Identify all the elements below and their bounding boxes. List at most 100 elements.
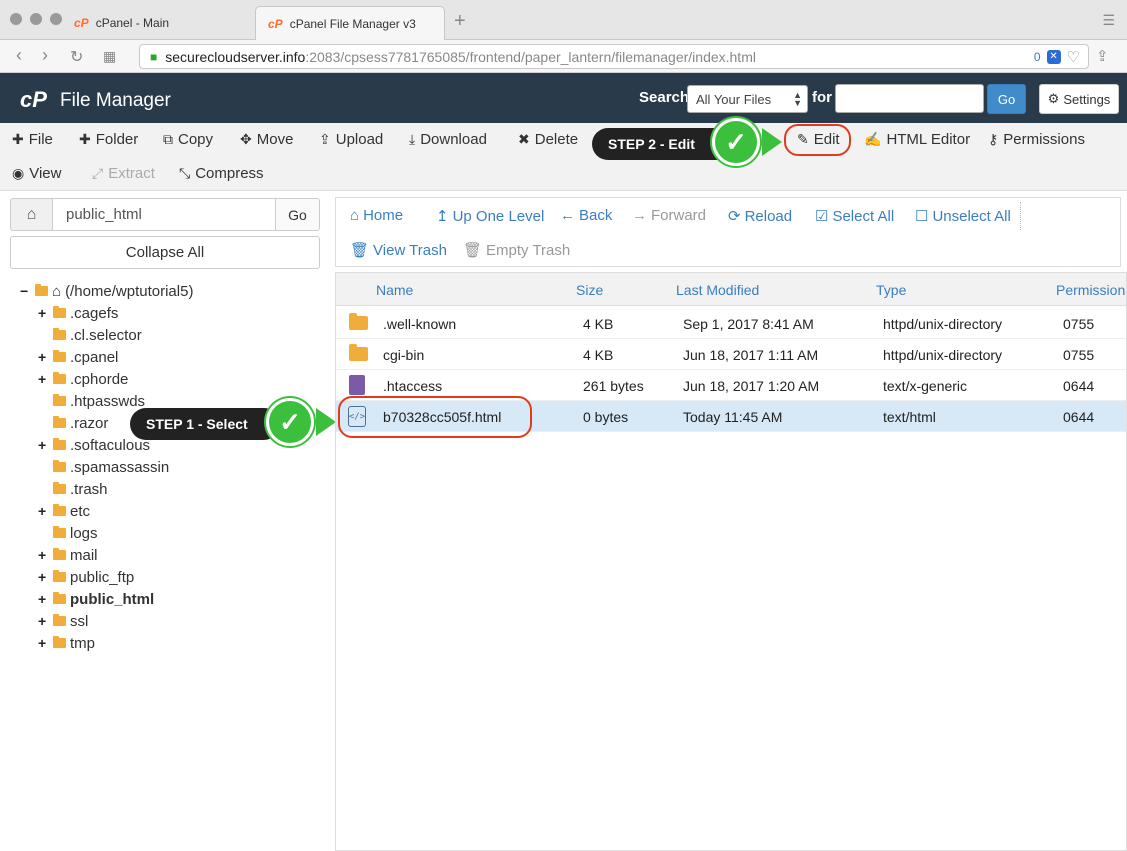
expand-toggle-icon[interactable]: + (38, 635, 50, 651)
extract-button[interactable]: ⤢ Extract (92, 165, 155, 182)
compress-button[interactable]: ⤡ Compress (179, 165, 264, 182)
folder-icon (53, 416, 66, 428)
tree-item[interactable]: .razor (38, 412, 108, 434)
move-button[interactable]: ✥ Move (240, 131, 293, 148)
path-input[interactable] (52, 198, 276, 231)
trash-icon: 🗑 (350, 242, 370, 259)
home-icon[interactable]: ⌂ (10, 198, 53, 231)
expand-toggle-icon[interactable]: + (38, 613, 50, 629)
expand-toggle-icon[interactable]: + (38, 349, 50, 365)
trash-icon: 🗑 (463, 242, 483, 259)
search-scope-select[interactable]: All Your Files ▲ ▼ (687, 85, 808, 113)
delete-button[interactable]: ✖ Delete (518, 131, 578, 148)
upload-button[interactable]: ⇪ Upload (319, 131, 383, 148)
checkbox-checked-icon: ☑ (815, 208, 829, 225)
column-name[interactable]: Name (376, 282, 413, 298)
divider (1020, 202, 1021, 230)
unselect-all-button[interactable]: ☐ Unselect All (915, 207, 1011, 226)
folder-icon (53, 350, 66, 362)
level-up-icon: ↥ (436, 208, 449, 225)
compress-label: Compress (195, 165, 264, 182)
tree-item[interactable]: .htpasswds (38, 390, 145, 412)
tree-item[interactable]: + .cphorde (38, 368, 128, 390)
new-folder-button[interactable]: ✚ Folder (79, 131, 138, 148)
expand-toggle-icon[interactable]: + (38, 547, 50, 563)
html-editor-button[interactable]: ✍ HTML Editor (864, 131, 970, 148)
zoom-window-button[interactable] (50, 13, 62, 25)
tree-item[interactable]: .cl.selector (38, 324, 142, 346)
copy-button[interactable]: ⧉ Copy (163, 131, 213, 148)
tree-item[interactable]: + public_html (38, 588, 154, 610)
tab-overflow-icon[interactable]: ☰ (1102, 12, 1115, 29)
home-button[interactable]: ⌂ Home (350, 207, 403, 224)
tree-item[interactable]: + ssl (38, 610, 88, 632)
back-label: Back (579, 207, 613, 224)
search-scope-value: All Your Files (696, 91, 772, 107)
file-size: 4 KB (583, 316, 614, 332)
tree-item-label: .cl.selector (70, 326, 142, 344)
tab-cpanel-main[interactable]: cP cPanel - Main (62, 6, 181, 40)
address-bar[interactable]: ■ securecloudserver.info :2083/cpsess778… (139, 44, 1089, 69)
tree-item[interactable]: + etc (38, 500, 90, 522)
file-size: 4 KB (583, 347, 614, 363)
shield-icon[interactable]: ✕ (1046, 49, 1061, 64)
column-size[interactable]: Size (576, 282, 603, 298)
close-window-button[interactable] (10, 13, 22, 25)
tree-item-label: .cpanel (70, 348, 119, 366)
tab-file-manager[interactable]: cP cPanel File Manager v3 (255, 6, 445, 40)
reload-icon[interactable]: ↻ (70, 47, 83, 67)
tree-item[interactable]: .trash (38, 478, 108, 500)
tree-root-label: (/home/wptutorial5) (65, 282, 194, 300)
tree-item[interactable]: + .softaculous (38, 434, 150, 456)
select-all-button[interactable]: ☑ Select All (815, 207, 894, 226)
settings-button[interactable]: ⚙ Settings (1039, 84, 1119, 114)
tree-item[interactable]: logs (38, 522, 98, 544)
forward-button[interactable]: → Forward (632, 207, 706, 224)
expand-toggle-icon[interactable]: + (38, 591, 50, 607)
search-go-button[interactable]: Go (987, 84, 1026, 114)
tree-item[interactable]: + mail (38, 544, 98, 566)
tree-item[interactable]: + tmp (38, 632, 95, 654)
view-trash-button[interactable]: 🗑 View Trash (350, 241, 447, 260)
expand-toggle-icon[interactable]: + (38, 305, 50, 321)
download-button[interactable]: ⤓ Download (409, 131, 487, 148)
column-type[interactable]: Type (876, 282, 906, 298)
empty-trash-button[interactable]: 🗑 Empty Trash (463, 241, 570, 260)
browser-tab-bar: cP cPanel - Main cP cPanel File Manager … (0, 0, 1127, 40)
view-button[interactable]: ◉ View (12, 165, 61, 182)
reload-button[interactable]: ⟳ Reload (728, 207, 792, 226)
table-row[interactable]: cgi-bin 4 KB Jun 18, 2017 1:11 AM httpd/… (336, 339, 1126, 370)
edit-square-icon: ✍ (864, 131, 882, 147)
tree-item[interactable]: + public_ftp (38, 566, 134, 588)
tree-item[interactable]: + .cagefs (38, 302, 118, 324)
tree-item[interactable]: .spamassassin (38, 456, 169, 478)
folder-icon (53, 394, 66, 406)
table-row[interactable]: .well-known 4 KB Sep 1, 2017 8:41 AM htt… (336, 308, 1126, 339)
back-button[interactable]: ← Back (560, 207, 612, 224)
search-input[interactable] (835, 84, 984, 113)
grid-icon[interactable]: ▦ (103, 48, 116, 65)
column-permissions[interactable]: Permissions (1056, 282, 1126, 298)
collapse-all-button[interactable]: Collapse All (10, 236, 320, 269)
back-arrow-icon[interactable]: ‹ (16, 45, 22, 66)
expand-toggle-icon[interactable]: + (38, 569, 50, 585)
heart-icon[interactable]: ♡ (1067, 48, 1080, 66)
share-icon[interactable]: ⇪ (1096, 47, 1109, 65)
tree-root[interactable]: − ⌂ (/home/wptutorial5) (20, 280, 193, 302)
new-file-button[interactable]: ✚ File (12, 131, 53, 148)
file-name: cgi-bin (383, 347, 425, 363)
browser-nav-bar: ‹ › ↻ ▦ ■ securecloudserver.info :2083/c… (0, 40, 1127, 73)
expand-toggle-icon[interactable]: + (38, 503, 50, 519)
permissions-button[interactable]: ⚷ Permissions (988, 131, 1085, 148)
minimize-window-button[interactable] (30, 13, 42, 25)
up-one-level-button[interactable]: ↥ Up One Level (436, 207, 544, 226)
new-tab-button[interactable]: + (454, 10, 466, 33)
path-go-button[interactable]: Go (275, 198, 320, 231)
expand-toggle-icon[interactable]: + (38, 371, 50, 387)
column-last-modified[interactable]: Last Modified (676, 282, 759, 298)
collapse-toggle-icon[interactable]: − (20, 283, 32, 299)
forward-arrow-icon[interactable]: › (42, 45, 48, 66)
unselect-all-label: Unselect All (932, 207, 1011, 225)
tree-item[interactable]: + .cpanel (38, 346, 118, 368)
expand-toggle-icon[interactable]: + (38, 437, 50, 453)
